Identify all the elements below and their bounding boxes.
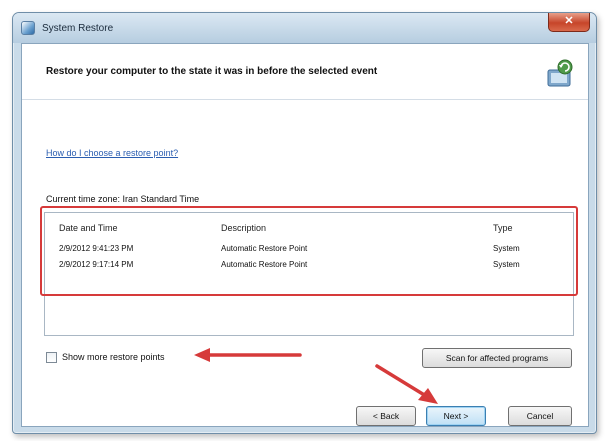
cancel-button[interactable]: Cancel bbox=[508, 406, 572, 426]
title-bar[interactable]: System Restore ✕ bbox=[13, 13, 596, 43]
back-button[interactable]: < Back bbox=[356, 406, 416, 426]
system-restore-window: System Restore ✕ Restore your computer t… bbox=[12, 12, 597, 434]
annotation-arrow-icon bbox=[375, 364, 438, 404]
header-band: Restore your computer to the state it wa… bbox=[22, 44, 588, 100]
timezone-label: Current time zone: Iran Standard Time bbox=[46, 194, 200, 204]
close-button[interactable]: ✕ bbox=[548, 13, 590, 32]
page-title: Restore your computer to the state it wa… bbox=[46, 66, 378, 77]
next-button[interactable]: Next > bbox=[426, 406, 486, 426]
annotation-arrow-icon bbox=[194, 348, 302, 362]
close-icon: ✕ bbox=[564, 15, 574, 27]
help-link[interactable]: How do I choose a restore point? bbox=[46, 148, 178, 158]
show-more-checkbox[interactable] bbox=[46, 352, 57, 363]
restore-graphic-icon bbox=[547, 59, 573, 87]
window-title: System Restore bbox=[42, 23, 114, 34]
show-more-label[interactable]: Show more restore points bbox=[62, 352, 165, 362]
scan-affected-programs-button[interactable]: Scan for affected programs bbox=[422, 348, 572, 368]
system-restore-icon bbox=[21, 21, 35, 35]
annotation-highlight-box bbox=[40, 206, 578, 296]
dialog-content: Restore your computer to the state it wa… bbox=[21, 43, 589, 427]
